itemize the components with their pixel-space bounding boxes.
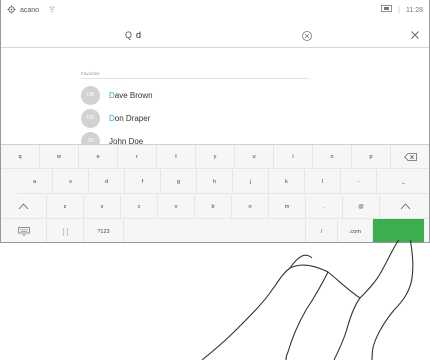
shift-left-key[interactable] [1, 195, 47, 219]
key-b[interactable]: b [195, 195, 232, 219]
key-y[interactable]: y [196, 145, 235, 169]
key-underscore[interactable]: _ [377, 170, 429, 194]
settings-icon[interactable] [7, 5, 16, 16]
touch-panel-screen: acano | 11:28 Q Favorites DB D [0, 0, 430, 243]
key-m[interactable]: m [269, 195, 306, 219]
search-field[interactable]: Q [125, 26, 315, 44]
brand-name: acano [20, 7, 40, 14]
status-right: | 11:28 [381, 5, 423, 15]
key-o[interactable]: o [313, 145, 352, 169]
key-l[interactable]: l [305, 170, 341, 194]
key-n[interactable]: n [232, 195, 269, 219]
numbers-key[interactable]: ?123 [84, 220, 124, 242]
key-f[interactable]: f [125, 170, 161, 194]
key-at[interactable]: @ [343, 195, 380, 219]
key-x[interactable]: x [84, 195, 121, 219]
shift-up-icon [400, 203, 410, 210]
grid-icon [62, 228, 68, 235]
avatar: DD [81, 108, 100, 128]
emoji-key[interactable] [47, 220, 84, 242]
clock: 11:28 [406, 6, 423, 14]
search-prefix: Q [125, 30, 133, 40]
search-bar: Q [1, 22, 429, 48]
key-d[interactable]: d [89, 170, 125, 194]
favorites-label: Favorites [81, 71, 100, 76]
hide-keyboard-key[interactable] [1, 220, 47, 242]
key-c[interactable]: c [121, 195, 158, 219]
backspace-key[interactable] [391, 145, 429, 169]
key-period[interactable]: . [306, 195, 343, 219]
contact-name: Don Draper [109, 113, 151, 123]
key-z[interactable]: z [47, 195, 84, 219]
shift-up-icon [18, 203, 29, 210]
key-s[interactable]: s [53, 170, 89, 194]
close-icon[interactable] [409, 28, 421, 40]
key-e[interactable]: e [79, 145, 118, 169]
key-a[interactable]: a [17, 170, 53, 194]
key-j[interactable]: j [233, 170, 269, 194]
key-r[interactable]: r [118, 145, 157, 169]
key-k[interactable]: k [269, 170, 305, 194]
screen-share-icon[interactable] [381, 5, 393, 15]
status-separator: | [398, 6, 400, 14]
key-w[interactable]: w [40, 145, 79, 169]
key-p[interactable]: p [352, 145, 391, 169]
on-screen-keyboard: q w e r t y u i o p a s d f g h j k l - … [1, 144, 429, 242]
clear-search-icon[interactable] [301, 29, 313, 41]
key-g[interactable]: g [161, 170, 197, 194]
avatar: DB [81, 85, 100, 105]
contact-name: Dave Brown [109, 90, 153, 100]
shift-right-key[interactable] [380, 195, 429, 219]
backspace-icon [404, 152, 417, 161]
key-h[interactable]: h [197, 170, 233, 194]
search-input[interactable] [132, 28, 293, 42]
key-hyphen[interactable]: - [341, 170, 377, 194]
key-q[interactable]: q [1, 145, 40, 169]
key-t[interactable]: t [157, 145, 196, 169]
key-u[interactable]: u [235, 145, 274, 169]
contact-item[interactable]: DB Dave Brown [81, 85, 153, 105]
contact-item[interactable]: DD Don Draper [81, 108, 150, 128]
favorites-divider [81, 78, 309, 79]
hand-illustration [201, 240, 414, 360]
key-v[interactable]: v [158, 195, 195, 219]
status-bar: acano | 11:28 [1, 0, 429, 22]
keyboard-icon [17, 227, 30, 236]
status-left: acano [7, 5, 56, 16]
wifi-icon [48, 6, 56, 15]
key-i[interactable]: i [274, 145, 313, 169]
